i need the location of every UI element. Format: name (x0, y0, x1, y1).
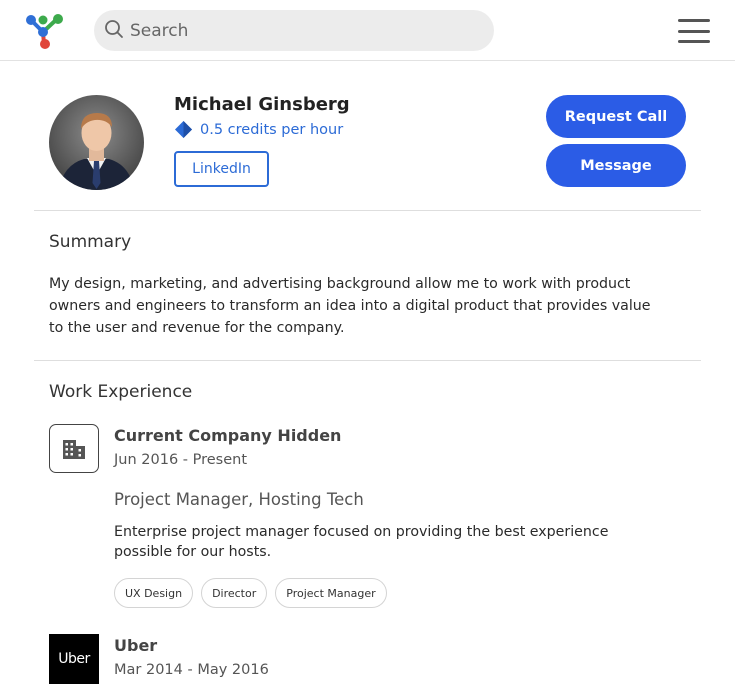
skill-tag[interactable]: Director (201, 578, 268, 608)
menu-line (678, 19, 710, 22)
job-description: Enterprise project manager focused on pr… (114, 524, 609, 560)
job-dates: Jun 2016 - Present (114, 452, 248, 468)
job-dates: Mar 2014 - May 2016 (114, 662, 269, 678)
job-role: Project Manager, Hosting Tech (114, 490, 364, 509)
skill-tag[interactable]: UX Design (114, 578, 194, 608)
summary-text: My design, marketing, and advertising ba… (49, 276, 651, 336)
skill-tags: UX Design Director Project Manager (114, 578, 395, 608)
search-input[interactable] (130, 20, 470, 41)
message-button[interactable]: Message (546, 144, 686, 187)
divider (34, 360, 701, 361)
menu-line (678, 29, 710, 33)
summary-title: Summary (49, 232, 132, 252)
credits-rate: 0.5 credits per hour (174, 120, 343, 139)
job-company: Uber (114, 636, 158, 655)
search-icon (104, 19, 124, 43)
request-call-button[interactable]: Request Call (546, 95, 686, 138)
linkedin-button[interactable]: LinkedIn (174, 151, 269, 187)
divider (34, 210, 701, 211)
building-icon (49, 424, 99, 473)
profile-name: Michael Ginsberg (174, 94, 350, 115)
job-company: Current Company Hidden (114, 426, 342, 445)
work-experience-title: Work Experience (49, 382, 193, 402)
top-bar (0, 0, 735, 61)
search-bar[interactable] (94, 10, 494, 51)
uber-logo: Uber (49, 634, 99, 684)
hamburger-menu-icon[interactable] (678, 19, 710, 43)
menu-line (678, 40, 710, 43)
skill-tag[interactable]: Project Manager (275, 578, 387, 608)
diamond-tag-icon (175, 121, 192, 138)
credits-text: 0.5 credits per hour (200, 121, 344, 138)
app-logo-icon[interactable] (24, 12, 66, 50)
avatar (49, 95, 144, 190)
